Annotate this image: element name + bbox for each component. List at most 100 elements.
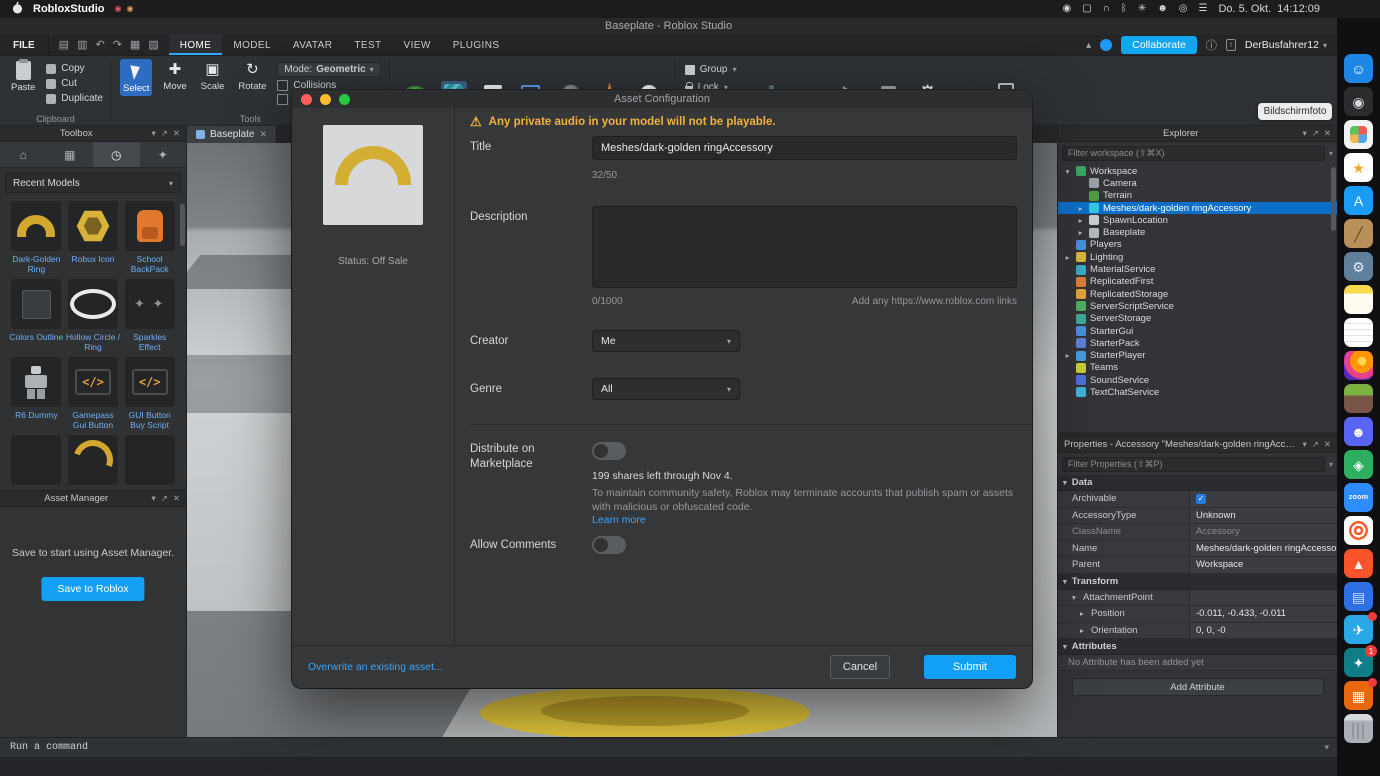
explorer-item-baseplate[interactable]: ▸Baseplate <box>1058 226 1337 238</box>
headphones-icon[interactable]: ∩ <box>1103 4 1110 14</box>
tab-plugins[interactable]: PLUGINS <box>442 35 511 55</box>
panel-float-icon[interactable]: ↗ <box>1312 128 1319 139</box>
explorer-item-materialservice[interactable]: MaterialService <box>1058 263 1337 275</box>
dock-photo-booth[interactable]: ◉ <box>1344 87 1373 116</box>
expand-arrow-icon[interactable]: ▸ <box>1076 228 1085 237</box>
panel-close-icon[interactable]: ✕ <box>1324 128 1331 139</box>
toolbox-item-item[interactable] <box>121 435 178 489</box>
properties-filter-input[interactable] <box>1062 457 1325 472</box>
duplicate-button[interactable]: Duplicate <box>46 92 103 105</box>
redo-icon[interactable]: ↷ <box>113 40 122 51</box>
info-icon[interactable]: ⓘ <box>1206 37 1217 53</box>
toolbox-item-dark-golden-ring[interactable]: Dark-Golden Ring <box>8 201 65 275</box>
learn-more-link[interactable]: Learn more <box>592 514 646 526</box>
filter-options-icon[interactable]: ▾ <box>1329 149 1333 158</box>
dock-files[interactable]: ▤ <box>1344 582 1373 611</box>
panel-menu-icon[interactable]: ▾ <box>151 128 155 139</box>
toolbox-item-item[interactable] <box>65 435 122 489</box>
screenshot-label[interactable]: Bildschirmfoto <box>1258 103 1332 120</box>
cancel-button[interactable]: Cancel <box>830 655 890 679</box>
expand-arrow-icon[interactable]: ▸ <box>1076 216 1085 225</box>
distribute-toggle[interactable] <box>592 442 626 460</box>
property-value[interactable]: ✓ <box>1190 491 1337 507</box>
property-value[interactable]: Accessory <box>1190 524 1337 540</box>
explorer-item-camera[interactable]: Camera <box>1058 177 1337 189</box>
dock-minecraft[interactable] <box>1344 384 1373 413</box>
section-transform[interactable]: ▾Transform <box>1058 574 1337 590</box>
cut-button[interactable]: Cut <box>46 77 103 90</box>
panel-close-icon[interactable]: ✕ <box>1324 439 1331 450</box>
dock-telegram[interactable]: ✈ <box>1344 615 1373 644</box>
section-data[interactable]: ▾Data <box>1058 475 1337 491</box>
keyboard-brightness-icon[interactable]: ✳ <box>1138 4 1146 14</box>
dock-zoom[interactable]: zoom <box>1344 483 1373 512</box>
overwrite-asset-link[interactable]: Overwrite an existing asset... <box>308 661 443 673</box>
toolbox-item-hollow-circle-ring[interactable]: Hollow Circle / Ring <box>65 279 122 353</box>
record-video-icon[interactable]: ▧ <box>148 40 158 51</box>
paste-button[interactable]: Paste <box>8 59 38 95</box>
explorer-item-serverstorage[interactable]: ServerStorage <box>1058 313 1337 325</box>
screen-record-icon[interactable]: ◉ <box>1062 4 1071 14</box>
panel-float-icon[interactable]: ↗ <box>161 128 168 139</box>
dock-launchpad[interactable] <box>1344 120 1373 149</box>
toolbox-item-gui-button-buy-script[interactable]: </>GUI Button Buy Script <box>121 357 178 431</box>
golden-ring-model[interactable] <box>480 686 810 737</box>
panel-float-icon[interactable]: ↗ <box>1312 439 1319 450</box>
explorer-item-soundservice[interactable]: SoundService <box>1058 374 1337 386</box>
section-attributes[interactable]: ▾Attributes <box>1058 639 1337 655</box>
tab-home[interactable]: HOME <box>169 35 223 55</box>
group-dropdown[interactable]: Group ▾ <box>685 64 737 75</box>
collapse-ribbon-icon[interactable]: ▴ <box>1086 40 1091 51</box>
save-icon[interactable]: ▤ <box>59 40 69 51</box>
property-value[interactable]: Meshes/dark-golden ringAccessory <box>1190 541 1337 557</box>
explorer-scrollbar[interactable] <box>1331 167 1336 231</box>
marketplace-tab[interactable]: ⌂ <box>0 142 47 167</box>
dock-trash[interactable] <box>1344 714 1373 743</box>
control-center-icon[interactable]: ☰ <box>1199 4 1208 14</box>
explorer-item-meshes-dark-golden-ringaccessory[interactable]: ▸Meshes/dark-golden ringAccessory <box>1058 202 1337 214</box>
mode-dropdown[interactable]: Mode: Geometric ▾ <box>277 62 380 77</box>
bluetooth-icon[interactable]: ᛒ <box>1121 4 1127 14</box>
toolbox-item-colors-outline[interactable]: Colors Outline <box>8 279 65 353</box>
explorer-item-teams[interactable]: Teams <box>1058 362 1337 374</box>
dock-textedit[interactable] <box>1344 318 1373 347</box>
property-value[interactable]: 0, 0, -0 <box>1190 623 1337 639</box>
submit-button[interactable]: Submit <box>924 655 1016 679</box>
panel-menu-icon[interactable]: ▾ <box>1302 439 1306 450</box>
screenshot-icon[interactable]: ▦ <box>130 40 140 51</box>
window-titlebar[interactable]: Baseplate - Roblox Studio <box>0 18 1337 35</box>
dock-grid-app[interactable]: ▦ <box>1344 681 1373 710</box>
collaborate-button[interactable]: Collaborate <box>1121 36 1197 54</box>
viewport-tab-baseplate[interactable]: Baseplate ✕ <box>187 126 277 143</box>
search-icon[interactable]: ◎ <box>1179 4 1188 14</box>
undo-icon[interactable]: ↶ <box>95 40 104 51</box>
tab-test[interactable]: TEST <box>343 35 392 55</box>
panel-close-icon[interactable]: ✕ <box>173 493 180 504</box>
expand-arrow-icon[interactable]: ▾ <box>1063 167 1072 176</box>
explorer-item-textchatservice[interactable]: TextChatService <box>1058 386 1337 398</box>
explorer-item-players[interactable]: Players <box>1058 239 1337 251</box>
dock-star-app[interactable]: ★ <box>1344 153 1373 182</box>
dock-craft-tool[interactable]: ╱ <box>1344 219 1373 248</box>
panel-splitter[interactable] <box>1057 432 1337 437</box>
inventory-tab[interactable]: ▦ <box>47 142 94 167</box>
expand-arrow-icon[interactable]: ▾ <box>1072 593 1080 602</box>
dock-firefox[interactable] <box>1344 351 1373 380</box>
explorer-item-replicatedstorage[interactable]: ReplicatedStorage <box>1058 288 1337 300</box>
recent-tab[interactable]: ◷ <box>93 142 140 167</box>
property-value[interactable]: -0.011, -0.433, -0.011 <box>1190 606 1337 622</box>
creator-select[interactable]: Me ▾ <box>592 330 740 352</box>
close-tab-icon[interactable]: ✕ <box>259 129 267 140</box>
expand-arrow-icon[interactable]: ▸ <box>1080 609 1088 618</box>
scale-tool-button[interactable]: ▣ Scale <box>198 59 228 94</box>
dock-finder[interactable]: ☺ <box>1344 54 1373 83</box>
rotate-tool-button[interactable]: ↻ Rotate <box>235 59 269 94</box>
expand-arrow-icon[interactable]: ▸ <box>1063 253 1072 262</box>
user-menu[interactable]: DerBusfahrer12 ▾ <box>1245 39 1327 51</box>
toolbox-item-robux-icon[interactable]: Robux Icon <box>65 201 122 275</box>
property-value[interactable]: Workspace <box>1190 557 1337 573</box>
toolbox-category-dropdown[interactable]: Recent Models ▾ <box>5 173 181 193</box>
tab-model[interactable]: MODEL <box>222 35 282 55</box>
filter-options-icon[interactable]: ▾ <box>1329 460 1333 469</box>
panel-menu-icon[interactable]: ▾ <box>151 493 155 504</box>
